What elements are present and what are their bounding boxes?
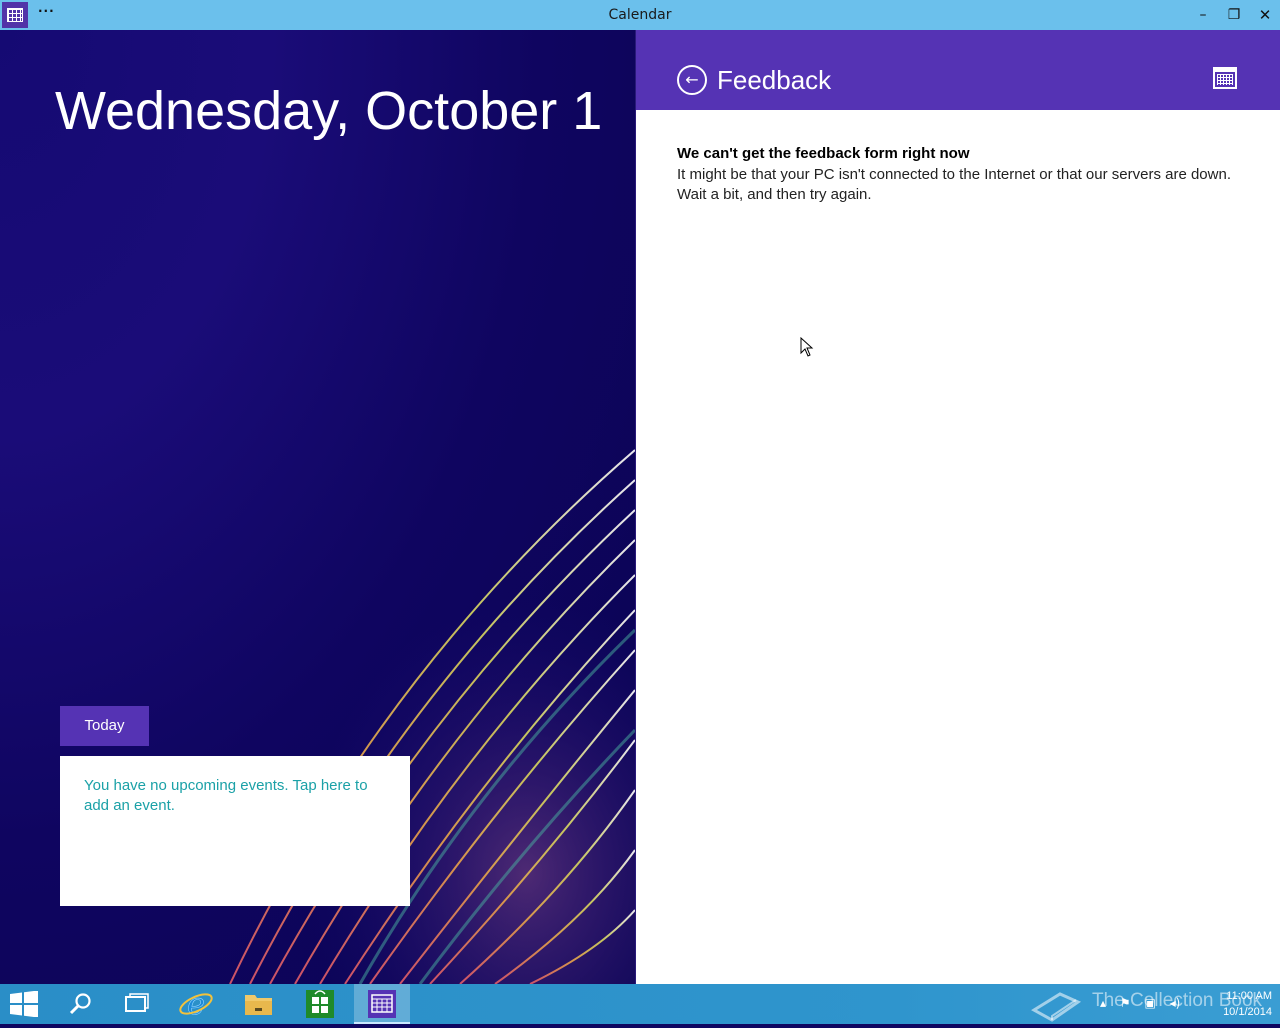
internet-explorer-button[interactable]: e — [168, 984, 224, 1024]
window-title: Calendar — [608, 7, 672, 23]
store-icon — [306, 990, 334, 1018]
calendar-panel: Wednesday, October 1 Today You have no u… — [0, 30, 635, 984]
events-card[interactable]: You have no upcoming events. Tap here to… — [60, 756, 410, 906]
no-events-message[interactable]: You have no upcoming events. Tap here to… — [84, 776, 384, 816]
back-arrow-icon[interactable]: ← — [677, 65, 707, 95]
search-button[interactable] — [52, 984, 108, 1024]
book-icon — [1031, 992, 1082, 1022]
clock-date: 10/1/2014 — [1223, 1006, 1272, 1018]
feedback-pane: ← Feedback We can't get the feedback for… — [635, 30, 1280, 984]
chevron-up-icon[interactable]: ▴ — [1100, 996, 1106, 1010]
search-icon — [69, 993, 91, 1015]
store-button[interactable] — [292, 984, 348, 1024]
network-icon[interactable]: ▣ — [1144, 996, 1155, 1010]
title-bar: ··· Calendar – ❐ ✕ — [0, 0, 1280, 30]
svg-text:e: e — [187, 987, 205, 1022]
feedback-header: ← Feedback — [636, 30, 1280, 110]
error-line-2: Wait a bit, and then try again. — [677, 186, 872, 203]
system-tray: ▴ ⚑ ▣ ◂) — [1100, 996, 1190, 1010]
close-button[interactable]: ✕ — [1255, 5, 1275, 25]
date-heading: Wednesday, October 1 — [55, 81, 603, 141]
taskbar: The Collection Book e ▴ ⚑ ▣ ◂) 11:00 AM … — [0, 984, 1280, 1024]
task-view-icon — [125, 993, 149, 1012]
feedback-title: Feedback — [717, 65, 832, 95]
windows-logo-icon — [10, 991, 38, 1017]
task-view-button[interactable] — [108, 984, 164, 1024]
today-button[interactable]: Today — [60, 706, 149, 746]
calendar-icon — [1213, 67, 1237, 89]
error-title: We can't get the feedback form right now — [677, 145, 970, 162]
minimize-button[interactable]: – — [1193, 5, 1213, 25]
clock-time: 11:00 AM — [1226, 990, 1272, 1002]
calendar-icon — [368, 990, 396, 1018]
error-message: It might be that your PC isn't connected… — [677, 165, 1257, 205]
mouse-cursor-icon — [800, 337, 814, 357]
clock[interactable]: 11:00 AM 10/1/2014 — [1200, 988, 1272, 1020]
folder-icon — [245, 995, 272, 1015]
action-center-flag-icon[interactable]: ⚑ — [1120, 996, 1131, 1010]
file-explorer-button[interactable] — [230, 984, 286, 1024]
volume-icon[interactable]: ◂) — [1170, 996, 1181, 1010]
start-button[interactable] — [0, 984, 56, 1024]
restore-button[interactable]: ❐ — [1224, 5, 1244, 25]
error-line-1: It might be that your PC isn't connected… — [677, 166, 1231, 183]
internet-explorer-icon: e — [179, 987, 213, 1022]
calendar-taskbar-button[interactable] — [354, 984, 410, 1024]
